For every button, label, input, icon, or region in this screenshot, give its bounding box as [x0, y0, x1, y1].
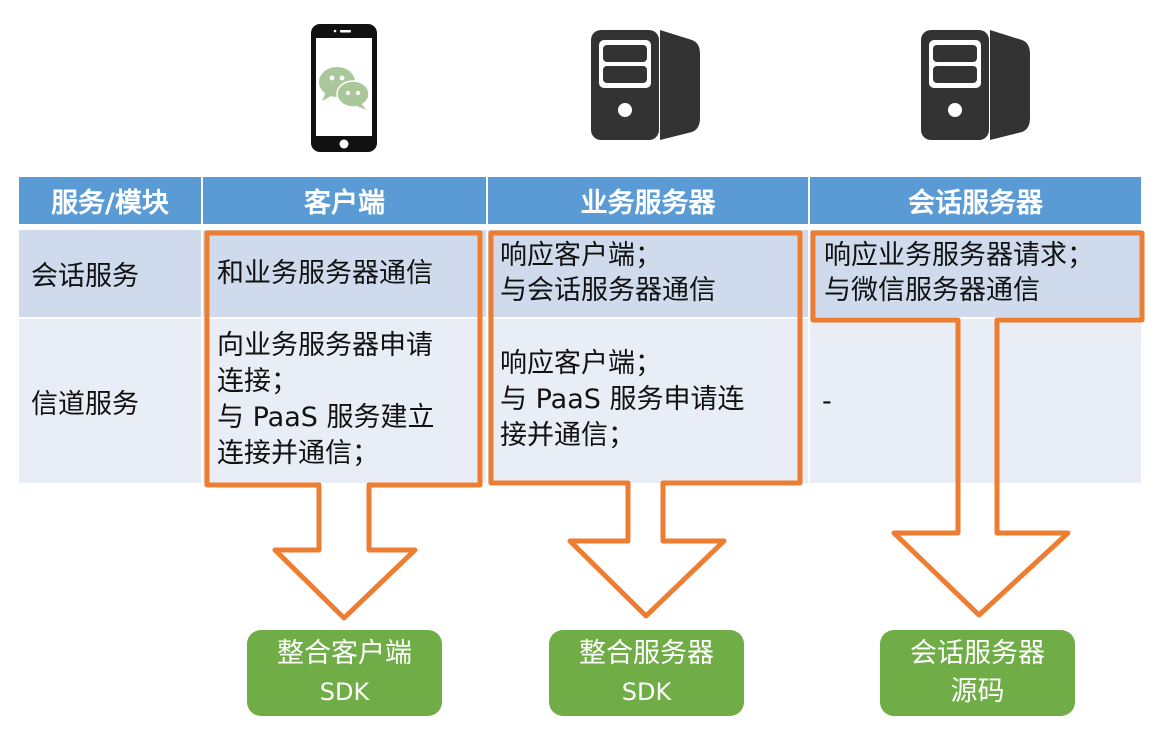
- table-header-client: 客户端: [203, 177, 486, 224]
- table-cell: -: [810, 319, 1141, 483]
- business-server-icon: [588, 26, 704, 142]
- row-label-channel-service: 信道服务: [19, 319, 201, 483]
- outcome-subtitle: SDK: [621, 678, 672, 706]
- outcome-client-sdk: 整合客户端 SDK: [247, 630, 442, 716]
- table-cell: 响应业务服务器请求； 与微信服务器通信: [810, 230, 1141, 317]
- outcome-session-server-source: 会话服务器 源码: [880, 630, 1075, 716]
- session-server-icon: [918, 26, 1034, 142]
- outcome-title: 整合客户端: [277, 638, 412, 669]
- outcome-server-sdk: 整合服务器 SDK: [549, 630, 744, 716]
- table-cell: 向业务服务器申请 连接； 与 PaaS 服务建立 连接并通信；: [203, 319, 486, 483]
- outcome-subtitle: 源码: [950, 676, 1005, 707]
- table-header-business-server: 业务服务器: [488, 177, 808, 224]
- row-label-session-service: 会话服务: [19, 230, 201, 317]
- outcome-subtitle: SDK: [319, 678, 370, 706]
- outcome-title: 整合服务器: [579, 638, 714, 669]
- outcome-title: 会话服务器: [910, 638, 1045, 669]
- table-cell: 和业务服务器通信: [203, 230, 486, 317]
- table-cell: 响应客户端； 与 PaaS 服务申请连 接并通信；: [488, 319, 808, 483]
- mobile-client-icon: [309, 22, 379, 154]
- table-header-service-module: 服务/模块: [19, 177, 201, 224]
- table-cell: 响应客户端； 与会话服务器通信: [488, 230, 808, 317]
- table-header-session-server: 会话服务器: [810, 177, 1141, 224]
